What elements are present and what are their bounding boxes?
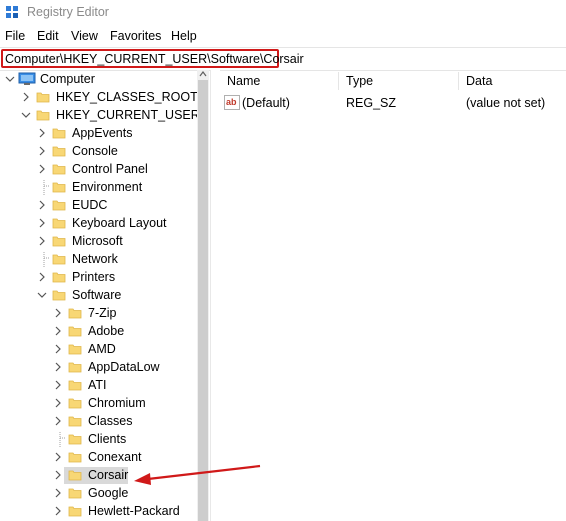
registry-editor-icon <box>6 6 18 18</box>
svg-text:ab: ab <box>226 97 237 107</box>
column-separator[interactable] <box>458 72 459 90</box>
column-header-data[interactable]: Data <box>466 70 492 92</box>
values-pane: Name Type Data ab (Default) REG_SZ (valu… <box>220 70 566 521</box>
menu-help[interactable]: Help <box>171 28 197 44</box>
tree-pane: Computer HKEY_CLASSES_ROOT HKEY_CURRENT_… <box>0 70 210 521</box>
value-data: (value not set) <box>466 96 546 110</box>
value-name: (Default) <box>242 96 290 110</box>
column-separator[interactable] <box>338 72 339 90</box>
string-value-icon: ab <box>224 95 240 110</box>
address-path[interactable]: Computer\HKEY_CURRENT_USER\Software\Cors… <box>5 52 304 67</box>
table-row[interactable]: ab (Default) REG_SZ (value not set) <box>220 94 566 112</box>
scroll-up-arrow-icon[interactable] <box>199 70 207 78</box>
menu-bar: File Edit View Favorites Help <box>0 26 566 46</box>
pane-splitter[interactable] <box>210 70 220 521</box>
title-bar: Registry Editor <box>0 0 566 24</box>
column-header-name[interactable]: Name <box>227 70 260 92</box>
tree-guide-lines <box>43 180 66 448</box>
address-bar[interactable]: Computer\HKEY_CURRENT_USER\Software\Cors… <box>0 47 566 71</box>
window-title: Registry Editor <box>27 5 109 19</box>
value-type: REG_SZ <box>346 96 397 110</box>
menu-edit[interactable]: Edit <box>37 28 59 44</box>
menu-favorites[interactable]: Favorites <box>110 28 161 44</box>
menu-file[interactable]: File <box>5 28 25 44</box>
tree-scrollbar[interactable] <box>197 70 209 521</box>
menu-view[interactable]: View <box>71 28 98 44</box>
column-header-type[interactable]: Type <box>346 70 373 92</box>
scrollbar-thumb[interactable] <box>198 80 208 521</box>
